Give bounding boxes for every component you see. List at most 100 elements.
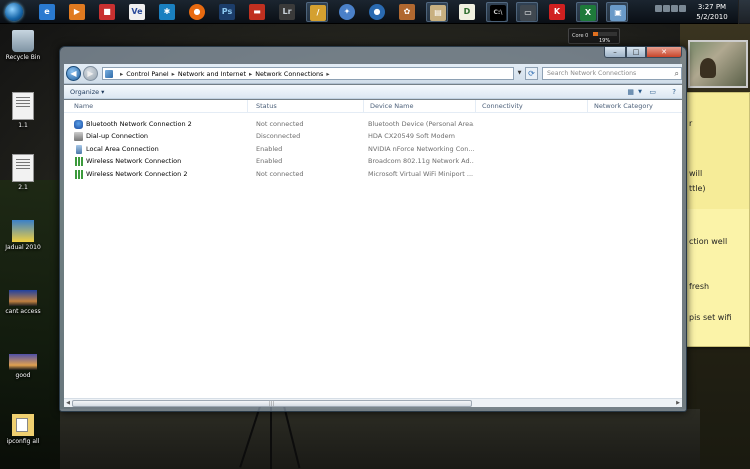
document-icon — [12, 154, 34, 182]
media-player-icon[interactable]: ▶ — [66, 2, 88, 22]
search-input[interactable]: Search Network Connections ⌕ — [542, 67, 682, 80]
slideshow-gadget[interactable] — [688, 40, 748, 88]
cpu-percent: 19% — [599, 38, 611, 44]
column-header-network-category[interactable]: Network Category — [588, 100, 682, 113]
explorer-icon[interactable]: ▣ — [606, 2, 628, 22]
utorrent-icon[interactable]: / — [306, 2, 328, 22]
desktop-icon-ipconfig[interactable]: ipconfig all — [0, 414, 46, 445]
desktop-icon-1-1[interactable]: 1.1 — [0, 92, 46, 129]
dreamweaver-icon[interactable]: D — [456, 2, 478, 22]
minimize-button[interactable]: – — [604, 47, 626, 58]
command-bar: Organize ▾ ▦ ▼ ▭ ? — [64, 85, 682, 99]
clock-time: 3:27 PM — [697, 3, 727, 11]
list-item[interactable]: Wireless Network Connection Enabled Broa… — [64, 155, 682, 167]
address-bar[interactable]: ▸ Control Panel ▸ Network and Internet ▸ Netw… — [102, 67, 514, 80]
gimp-icon[interactable]: ✿ — [396, 2, 418, 22]
address-dropdown-icon[interactable]: ▼ — [515, 67, 524, 80]
desktop-icon-label: ipconfig all — [6, 438, 40, 445]
wifi-icon — [74, 157, 83, 167]
help-icon[interactable]: ? — [672, 87, 676, 97]
network-icon[interactable] — [663, 5, 670, 12]
start-button[interactable] — [2, 1, 26, 23]
jadual-icon — [12, 220, 34, 242]
connection-device: Broadcom 802.11g Network Ad... — [368, 157, 474, 166]
winamp-icon[interactable]: ✱ — [156, 2, 178, 22]
sticky-note[interactable]: r will ttle) ction well fresh pis set wi… — [686, 92, 750, 347]
breadcrumb-chevron-icon[interactable]: ▸ — [120, 70, 123, 78]
organize-button[interactable]: Organize ▾ — [70, 87, 104, 97]
tray-arrow-icon[interactable] — [655, 5, 662, 12]
safari-icon[interactable]: ✦ — [336, 2, 358, 22]
excel-icon[interactable]: X — [576, 2, 598, 22]
refresh-icon[interactable]: ⟳ — [525, 67, 538, 80]
column-header-status[interactable]: Status — [250, 100, 364, 113]
volume-icon[interactable] — [671, 5, 678, 12]
connection-device: HDA CX20549 Soft Modem — [368, 132, 455, 141]
close-button[interactable]: ✕ — [646, 47, 682, 58]
photoshop-icon[interactable]: Ps — [216, 2, 238, 22]
lan-icon — [76, 144, 82, 154]
desktop-icon-label: Recycle Bin — [5, 54, 41, 61]
power-icon[interactable] — [679, 5, 686, 12]
view-dropdown-icon[interactable]: ▼ — [638, 87, 642, 97]
clock-date: 5/2/2010 — [696, 13, 728, 21]
connection-name: Bluetooth Network Connection 2 — [86, 120, 192, 128]
list-item[interactable]: Bluetooth Network Connection 2 Not conne… — [64, 118, 682, 130]
scroll-right-icon[interactable]: ▶ — [674, 399, 682, 407]
search-icon[interactable]: ⌕ — [675, 69, 679, 79]
maximize-button[interactable]: □ — [626, 47, 646, 58]
list-item[interactable]: Local Area Connection Enabled NVIDIA nFo… — [64, 143, 682, 155]
monitor-icon[interactable]: ▭ — [516, 2, 538, 22]
connection-name: Wireless Network Connection 2 — [86, 169, 188, 178]
search-placeholder: Search Network Connections — [547, 70, 637, 77]
scrollbar-thumb[interactable]: ||| — [72, 400, 472, 407]
image-icon — [9, 354, 37, 370]
desktop-icon-2-1[interactable]: 2.1 — [0, 154, 46, 191]
lightroom-icon[interactable]: Lr — [276, 2, 298, 22]
terminal-icon[interactable]: C:\ — [486, 2, 508, 22]
firefox-icon[interactable]: ● — [186, 2, 208, 22]
scroll-left-icon[interactable]: ◀ — [64, 399, 72, 407]
wallpaper-ground — [60, 409, 700, 469]
column-header-device-name[interactable]: Device Name — [364, 100, 476, 113]
desktop-icon-jadual[interactable]: Jadual 2010 — [0, 220, 46, 251]
connection-status: Disconnected — [256, 132, 301, 141]
back-button[interactable]: ◀ — [66, 66, 81, 81]
kaspersky-icon[interactable]: K — [546, 2, 568, 22]
breadcrumb-network-internet[interactable]: Network and Internet — [178, 70, 246, 78]
google-earth-icon[interactable]: ● — [366, 2, 388, 22]
desktop-icon-label: Jadual 2010 — [5, 244, 41, 251]
show-desktop-button[interactable] — [738, 0, 750, 24]
desktop-icon-good[interactable]: good — [0, 354, 46, 379]
ie-icon[interactable]: e — [36, 2, 58, 22]
desktop-icon-cant-access[interactable]: cant access — [0, 290, 46, 315]
sticky-note-line: will — [689, 169, 703, 178]
note-icon[interactable]: ▤ — [426, 2, 448, 22]
change-view-icon[interactable]: ▦ — [627, 87, 634, 97]
sticky-note-line: fresh — [689, 282, 710, 291]
sticky-note-line: ction well — [689, 237, 728, 246]
connection-name: Dial-up Connection — [86, 132, 149, 141]
app-icon[interactable]: ■ — [96, 2, 118, 22]
vs-icon[interactable]: Ve — [126, 2, 148, 22]
connection-rows: Bluetooth Network Connection 2 Not conne… — [64, 118, 682, 180]
book-icon[interactable]: ▬ — [246, 2, 268, 22]
breadcrumb-control-panel[interactable]: Control Panel — [126, 70, 168, 78]
preview-pane-icon[interactable]: ▭ — [649, 87, 656, 97]
connection-name: Wireless Network Connection — [86, 157, 182, 166]
list-item[interactable]: Wireless Network Connection 2 Not connec… — [64, 168, 682, 180]
horizontal-scrollbar[interactable]: ◀ ||| ▶ — [64, 398, 682, 407]
breadcrumb-network-connections[interactable]: Network Connections — [255, 70, 323, 78]
breadcrumb-chevron-icon[interactable]: ▸ — [172, 70, 175, 78]
list-item[interactable]: Dial-up Connection Disconnected HDA CX20… — [64, 130, 682, 142]
clock[interactable]: 3:27 PM 5/2/2010 — [692, 2, 732, 22]
desktop-icon-recycle-bin[interactable]: Recycle Bin — [0, 30, 46, 61]
control-panel-icon — [105, 70, 113, 78]
breadcrumb-chevron-icon[interactable]: ▸ — [249, 70, 252, 78]
breadcrumb-chevron-icon[interactable]: ▸ — [326, 70, 329, 78]
forward-button[interactable]: ▶ — [83, 66, 98, 81]
network-connections-window: – □ ✕ ◀ ▶ ▸ Control Panel ▸ Network and Inter… — [59, 46, 687, 412]
column-header-connectivity[interactable]: Connectivity — [476, 100, 588, 113]
column-header-name[interactable]: Name — [68, 100, 248, 113]
cpu-meter-gadget[interactable]: Core 0 19% — [568, 28, 620, 44]
